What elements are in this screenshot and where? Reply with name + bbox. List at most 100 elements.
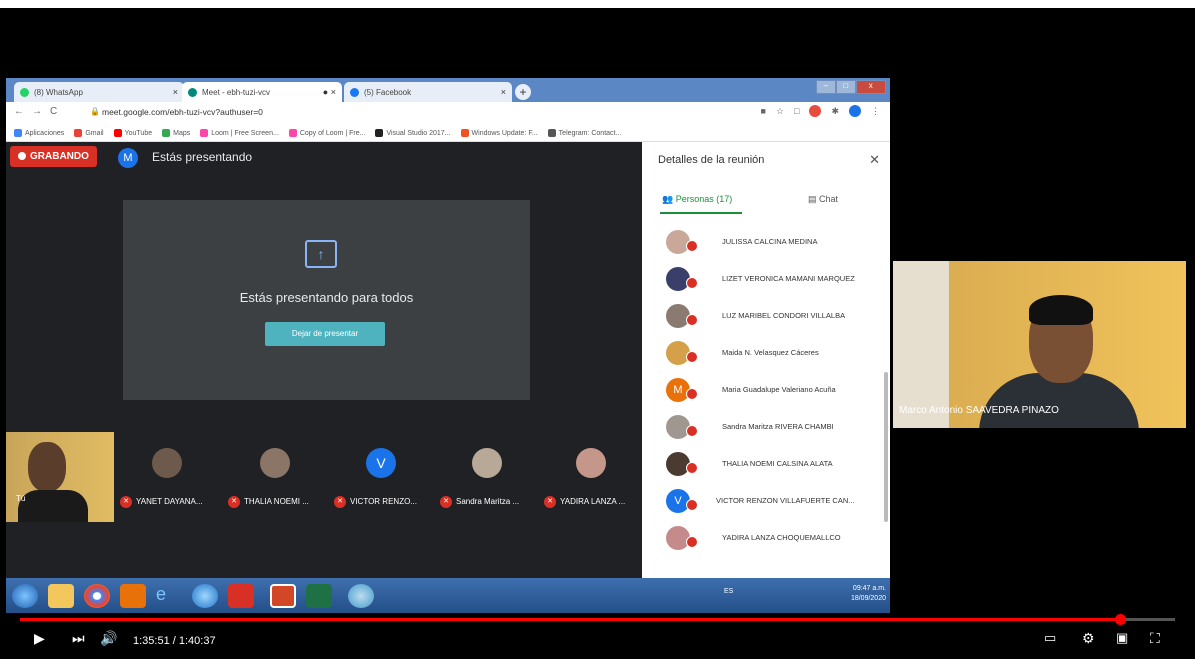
folder-icon[interactable] [48, 584, 74, 608]
stop-presenting-button[interactable]: Dejar de presentar [265, 322, 385, 346]
menu-icon[interactable]: ⋮ [871, 106, 880, 117]
tab-chat[interactable]: ▤ Chat [808, 194, 838, 205]
bookmark-item[interactable]: YouTube [113, 128, 152, 137]
volume-icon[interactable]: 🔊 [100, 630, 117, 647]
captured-screen: (8) WhatsApp × Meet - ebh-tuzi-vcv ● × (… [6, 78, 890, 613]
presentation-card: ↑ Estás presentando para todos Dejar de … [123, 200, 530, 400]
new-tab-button[interactable]: + [515, 84, 531, 100]
tab-label: Meet - ebh-tuzi-vcv [202, 87, 271, 97]
bookmark-item[interactable]: Visual Studio 2017... [375, 128, 451, 137]
mic-off-icon [686, 388, 698, 400]
mic-off-icon: ✕ [120, 496, 132, 508]
extensions: ■ ☆ □ ✱ ⋮ [761, 105, 880, 117]
close-icon[interactable]: × [173, 87, 178, 97]
bookmarks-bar: Aplicaciones Gmail YouTube Maps Loom | F… [6, 124, 890, 142]
app-icon[interactable] [348, 584, 374, 608]
window-close-button[interactable]: x [855, 80, 886, 94]
list-item[interactable]: V VICTOR RENZON VILLAFUERTE CAN... [642, 483, 890, 520]
self-view[interactable]: Tú [6, 432, 114, 522]
progress-fill [20, 618, 1120, 621]
bookmark-item[interactable]: Aplicaciones [14, 128, 64, 137]
address-bar: ←→C 🔒 meet.google.com/ebh-tuzi-vcv?authu… [6, 102, 890, 124]
powerpoint-icon[interactable] [270, 584, 296, 608]
active-tab-indicator [660, 212, 742, 214]
bookmark-item[interactable]: Windows Update: F... [460, 128, 538, 137]
mic-off-icon: ✕ [544, 496, 556, 508]
captions-icon[interactable]: ▭ [1044, 630, 1056, 646]
whatsapp-icon [20, 87, 29, 97]
presenting-label: Estás presentando [152, 150, 253, 164]
tab-facebook[interactable]: (5) Facebook × [344, 82, 512, 102]
nav-buttons[interactable]: ←→C [14, 106, 65, 117]
bookmark-item[interactable]: Gmail [74, 128, 104, 137]
tab-people[interactable]: 👥 Personas (17) [662, 194, 732, 205]
list-item[interactable]: JULISSA CALCINA MEDINA [642, 224, 890, 261]
video-player[interactable]: (8) WhatsApp × Meet - ebh-tuzi-vcv ● × (… [0, 8, 1195, 659]
mic-off-icon [686, 277, 698, 289]
present-screen-icon: ↑ [305, 240, 337, 268]
next-icon[interactable]: ⏭ [72, 630, 85, 647]
list-item[interactable]: YADIRA LANZA CHOQUEMALLCO [642, 520, 890, 557]
list-item[interactable]: THALIA NOEMI CALSINA ALATA [642, 446, 890, 483]
maximize-button[interactable]: □ [835, 80, 856, 94]
gear-icon[interactable]: ⚙ [1082, 630, 1095, 647]
system-clock[interactable]: 09:47 a.m. 18/09/2020 [851, 584, 886, 604]
windows-taskbar: e ES 09:47 a.m. 18/09/2020 [6, 578, 890, 613]
bookmark-item[interactable]: Telegram: Contact... [547, 128, 621, 137]
profile-avatar[interactable] [849, 105, 861, 117]
participant-tile[interactable]: ✕ THALIA NOEMI ... [226, 432, 330, 522]
facebook-icon [350, 87, 359, 97]
participant-tile[interactable]: ✕ YANET DAYANA... [118, 432, 222, 522]
miniplayer-icon[interactable]: ▣ [1116, 630, 1128, 646]
avatar [152, 448, 182, 478]
recording-badge: GRABANDO [10, 146, 97, 167]
lock-icon: 🔒 [90, 107, 100, 116]
fullscreen-icon[interactable]: ⛶ [1150, 630, 1160, 647]
tab-whatsapp[interactable]: (8) WhatsApp × [14, 82, 184, 102]
participant-tile[interactable]: ✕ Sandra Maritza ... [438, 432, 542, 522]
participant-thumbnails: Tú ✕ YANET DAYANA... ✕ THALIA NOEMI ... V … [6, 432, 642, 522]
progress-handle[interactable] [1114, 614, 1126, 625]
scrollbar[interactable] [884, 372, 888, 522]
avatar: M [118, 148, 138, 168]
excel-icon[interactable] [306, 584, 332, 608]
meet-area: GRABANDO M Estás presentando ↑ Estás pre… [6, 142, 890, 578]
mic-off-icon [686, 240, 698, 252]
list-item[interactable]: Maida N. Velasquez Cáceres [642, 335, 890, 372]
language-indicator[interactable]: ES [724, 588, 733, 595]
edge-icon[interactable] [192, 584, 218, 608]
close-icon[interactable]: ✕ [869, 152, 880, 168]
list-item[interactable]: LUZ MARIBEL CONDORI VILLALBA [642, 298, 890, 335]
start-button[interactable] [12, 584, 38, 608]
ie-icon[interactable]: e [156, 584, 182, 608]
close-icon[interactable]: ● × [323, 87, 336, 97]
close-icon[interactable]: × [501, 87, 506, 97]
bookmark-item[interactable]: Copy of Loom | Fre... [288, 128, 365, 137]
chat-icon: ▤ [808, 194, 820, 204]
bookmark-item[interactable]: Maps [162, 128, 190, 137]
star-icon[interactable]: ☆ [776, 106, 784, 117]
extension-icon[interactable]: □ [794, 106, 799, 116]
progress-bar[interactable] [20, 614, 1175, 625]
time-display: 1:35:51 / 1:40:37 [133, 635, 216, 647]
mic-off-icon [686, 536, 698, 548]
participant-tile[interactable]: V ✕ VICTOR RENZO... [332, 432, 436, 522]
panel-title: Detalles de la reunión [658, 154, 765, 166]
puzzle-icon[interactable]: ✱ [831, 106, 839, 117]
extension-icon[interactable] [809, 105, 822, 117]
bookmark-item[interactable]: Loom | Free Screen... [200, 128, 279, 137]
list-item[interactable]: LIZET VERONICA MAMANI MARQUEZ [642, 261, 890, 298]
pdf-icon[interactable] [228, 584, 254, 608]
url-field[interactable]: meet.google.com/ebh-tuzi-vcv?authuser=0 [102, 107, 263, 117]
camera-icon[interactable]: ■ [761, 106, 766, 116]
mic-off-icon [686, 425, 698, 437]
chrome-icon[interactable] [84, 584, 110, 608]
participant-tile[interactable]: ✕ YADIRA LANZA ... [542, 432, 646, 522]
list-item[interactable]: Sandra Maritza RIVERA CHAMBI [642, 409, 890, 446]
minimize-button[interactable]: – [816, 80, 836, 94]
mic-off-icon [686, 499, 698, 511]
list-item[interactable]: M Maria Guadalupe Valeriano Acuña [642, 372, 890, 409]
tab-meet[interactable]: Meet - ebh-tuzi-vcv ● × [182, 82, 342, 102]
play-icon[interactable]: ▶ [34, 630, 45, 647]
media-player-icon[interactable] [120, 584, 146, 608]
